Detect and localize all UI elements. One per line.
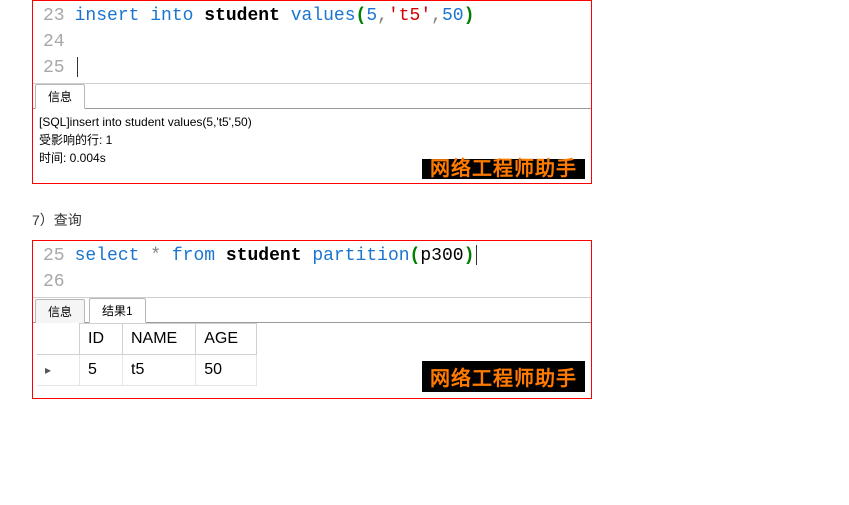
code-line-24 (75, 29, 587, 55)
result-table[interactable]: ID NAME AGE ▸ 5 t5 50 (37, 323, 257, 386)
line-number-gutter: 23 24 25 (33, 1, 71, 83)
table-header-row: ID NAME AGE (37, 324, 257, 355)
section7-heading: 7）查询 (32, 210, 592, 230)
tab-results-1[interactable]: 结果1 (89, 298, 146, 323)
message-line: 受影响的行: 1 (39, 131, 585, 149)
cell-name[interactable]: t5 (123, 355, 196, 386)
code-line-26 (75, 269, 587, 295)
cell-id[interactable]: 5 (80, 355, 123, 386)
code-area[interactable]: select * from student partition(p300) (71, 241, 591, 297)
line-number: 24 (43, 29, 65, 55)
code-line-25 (75, 55, 587, 81)
tab-messages[interactable]: 信息 (35, 299, 85, 323)
current-row-indicator: ▸ (45, 363, 55, 377)
messages-panel: [SQL]insert into student values(5,'t5',5… (33, 109, 591, 183)
output-tabstrip-2: 信息 结果1 (33, 297, 591, 323)
sql-panel-insert: 23 24 25 insert into student values(5,'t… (32, 0, 592, 184)
message-line: [SQL]insert into student values(5,'t5',5… (39, 113, 585, 131)
sql-editor-2[interactable]: 25 26 select * from student partition(p3… (33, 241, 591, 297)
sql-panel-select: 25 26 select * from student partition(p3… (32, 240, 592, 399)
text-cursor (476, 245, 477, 265)
line-number-gutter: 25 26 (33, 241, 71, 297)
code-area[interactable]: insert into student values(5,'t5',50) (71, 1, 591, 83)
results-panel: ID NAME AGE ▸ 5 t5 50 网络工程师助手 (33, 323, 591, 398)
col-name[interactable]: NAME (123, 324, 196, 355)
line-number: 25 (43, 55, 65, 81)
text-cursor (77, 57, 78, 77)
code-line-23: insert into student values(5,'t5',50) (75, 3, 587, 29)
output-tabstrip-1: 信息 (33, 83, 591, 109)
line-number: 25 (43, 243, 65, 269)
watermark: 网络工程师助手 (422, 361, 585, 392)
sql-editor-1[interactable]: 23 24 25 insert into student values(5,'t… (33, 1, 591, 83)
watermark: 网络工程师助手 (422, 159, 585, 179)
line-number: 23 (43, 3, 65, 29)
col-id[interactable]: ID (80, 324, 123, 355)
line-number: 26 (43, 269, 65, 295)
col-age[interactable]: AGE (196, 324, 257, 355)
cell-age[interactable]: 50 (196, 355, 257, 386)
table-row[interactable]: ▸ 5 t5 50 (37, 355, 257, 386)
code-line-25: select * from student partition(p300) (75, 243, 587, 269)
tab-messages[interactable]: 信息 (35, 84, 85, 109)
